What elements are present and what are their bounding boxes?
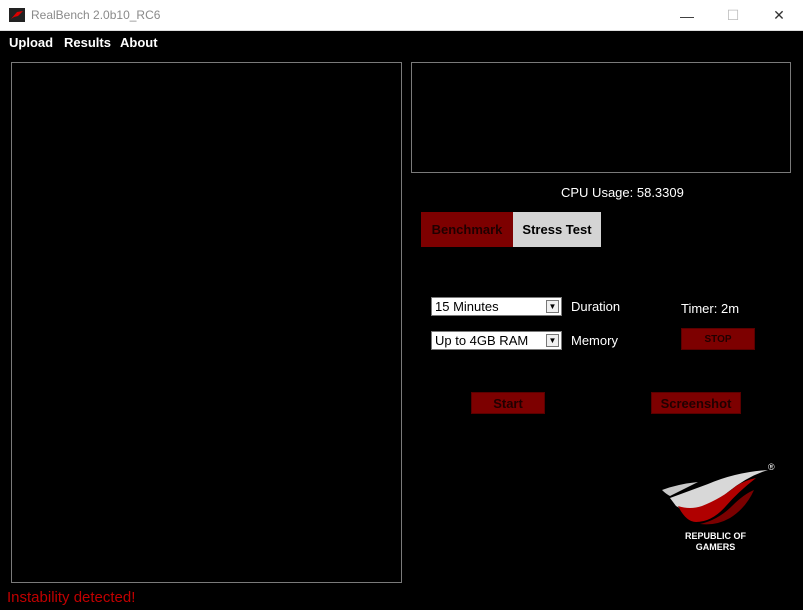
- maximize-button[interactable]: ☐: [710, 0, 756, 31]
- menu-upload[interactable]: Upload: [9, 35, 53, 50]
- timer-label: Timer: 2m: [681, 301, 740, 316]
- minimize-button[interactable]: —: [664, 0, 710, 31]
- logo-text-line2: GAMERS: [695, 542, 736, 552]
- stop-button[interactable]: STOP: [681, 328, 755, 350]
- maximize-icon: ☐: [726, 7, 740, 23]
- title-bar: RealBench 2.0b10_RC6 — ☐ ✕: [0, 0, 803, 31]
- duration-value: 15 Minutes: [435, 299, 499, 314]
- chevron-down-icon: ▼: [546, 334, 559, 347]
- window-title: RealBench 2.0b10_RC6: [31, 8, 161, 22]
- close-icon: ✕: [773, 7, 785, 23]
- menu-about[interactable]: About: [120, 35, 158, 50]
- duration-label: Duration: [571, 299, 621, 314]
- screenshot-button[interactable]: Screenshot: [651, 392, 741, 414]
- logo-text-line1: REPUBLIC OF: [684, 531, 746, 541]
- tab-stress-test[interactable]: Stress Test: [513, 212, 601, 247]
- chevron-down-icon: ▼: [546, 300, 559, 313]
- close-button[interactable]: ✕: [756, 0, 802, 31]
- start-button[interactable]: Start: [471, 392, 545, 414]
- menu-bar: Upload Results About: [0, 31, 803, 53]
- memory-value: Up to 4GB RAM: [435, 333, 529, 348]
- menu-results[interactable]: Results: [64, 35, 111, 50]
- minimize-icon: —: [680, 7, 694, 24]
- memory-label: Memory: [571, 333, 618, 348]
- app-icon: [9, 8, 25, 22]
- cpu-usage-label: CPU Usage: 58.3309: [561, 185, 684, 200]
- cpu-graph-panel: [411, 62, 791, 173]
- memory-select[interactable]: Up to 4GB RAM ▼: [431, 331, 562, 350]
- results-panel: [11, 62, 402, 583]
- duration-select[interactable]: 15 Minutes ▼: [431, 297, 562, 316]
- registered-mark: ®: [768, 462, 775, 472]
- status-message: Instability detected!: [7, 589, 136, 606]
- tab-benchmark[interactable]: Benchmark: [421, 212, 513, 247]
